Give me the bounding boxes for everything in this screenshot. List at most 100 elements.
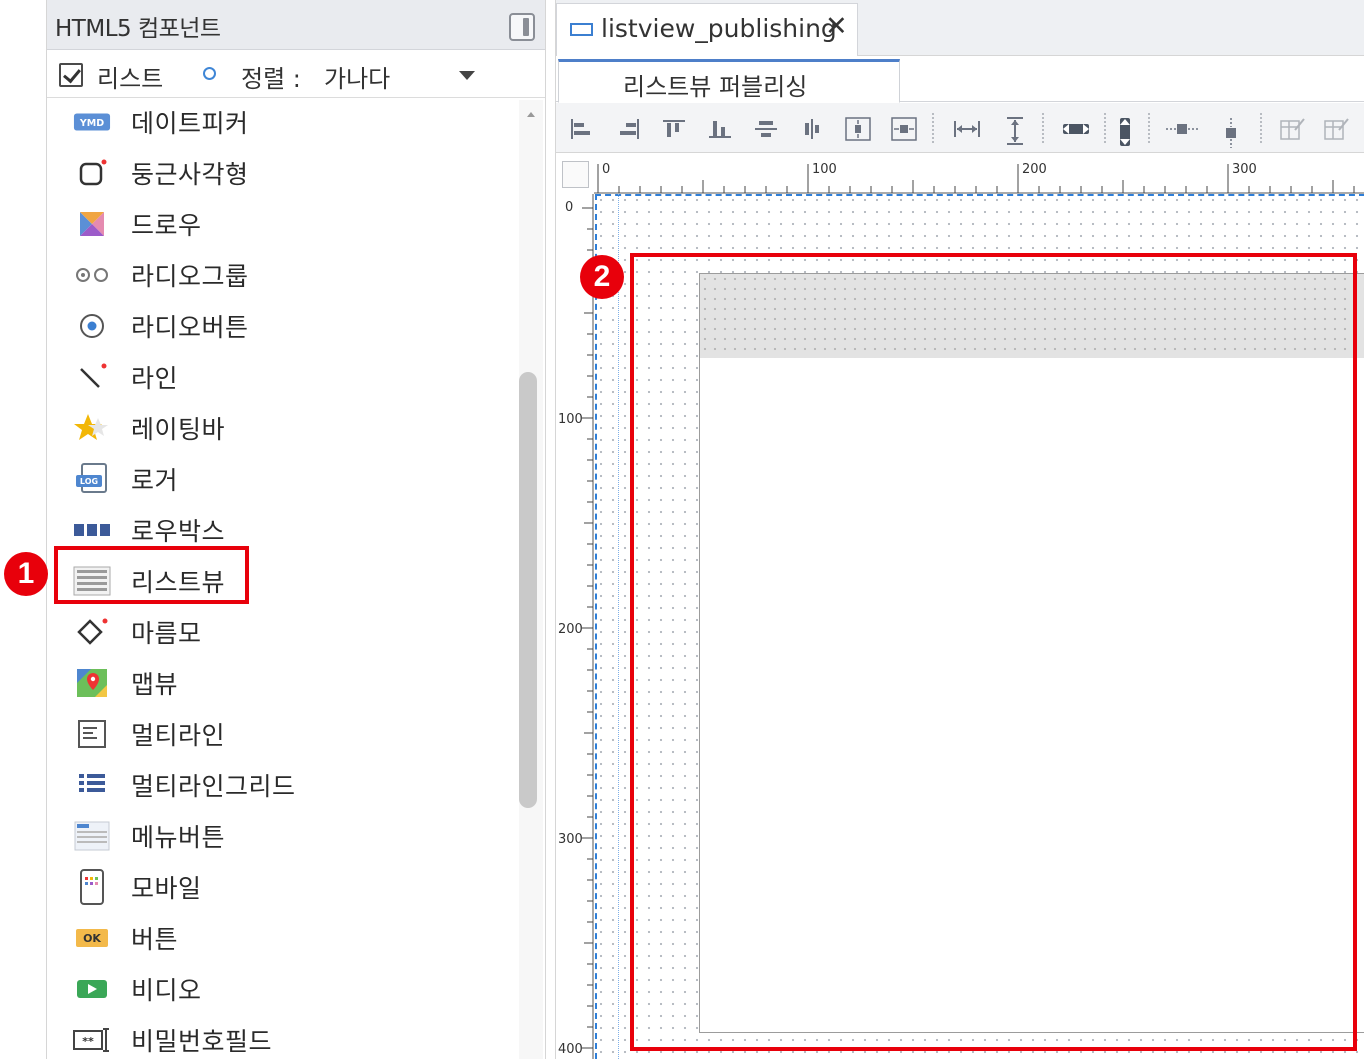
- scroll-thumb[interactable]: [519, 372, 537, 808]
- fit-height-icon[interactable]: [1112, 116, 1140, 146]
- list-item-label: 멀티라인: [131, 721, 226, 750]
- grid-settings-icon[interactable]: [1322, 116, 1350, 142]
- document-tab-bar: listview_publishing ✕: [556, 0, 1364, 56]
- svg-text:**: **: [82, 1035, 94, 1048]
- list-item-label: 데이트피커: [131, 109, 249, 138]
- ruler-label: 100: [812, 162, 837, 177]
- vertical-ruler: 0 100 200 300 400: [556, 194, 594, 1059]
- fit-width-icon[interactable]: [1060, 116, 1089, 142]
- align-bottom-icon[interactable]: [706, 116, 734, 142]
- list-item-label: 모바일: [131, 874, 202, 903]
- rating-bar-icon: [73, 412, 111, 444]
- line-icon: [73, 361, 111, 393]
- toolbar-separator: [1260, 113, 1262, 143]
- center-vertical-icon[interactable]: [844, 116, 872, 142]
- ruler-label: 200: [558, 622, 583, 637]
- toolbar-separator: [932, 113, 934, 143]
- document-tab[interactable]: listview_publishing ✕: [556, 3, 858, 56]
- canvas-guide: [595, 194, 597, 1059]
- multiline-icon: [73, 718, 111, 750]
- same-height-icon[interactable]: [1002, 116, 1030, 145]
- align-right-icon[interactable]: [614, 116, 642, 142]
- list-item-mobile[interactable]: 모바일: [47, 863, 517, 914]
- toolbar-separator: [1148, 113, 1150, 143]
- scroll-up-icon[interactable]: [527, 112, 535, 117]
- list-item-radio-group[interactable]: 라디오그룹: [47, 251, 517, 302]
- align-toolbar: [556, 103, 1364, 153]
- list-item-label: 라디오그룹: [131, 262, 249, 291]
- sort-radio[interactable]: [203, 67, 216, 80]
- toolbar-separator: [1104, 113, 1106, 143]
- list-item-mapview[interactable]: 맵뷰: [47, 659, 517, 710]
- chevron-down-icon[interactable]: [459, 71, 475, 80]
- diamond-icon: [73, 616, 111, 648]
- list-item-multiline[interactable]: 멀티라인: [47, 710, 517, 761]
- center-horizontal-icon[interactable]: [890, 116, 918, 142]
- list-view-checkbox[interactable]: [59, 63, 83, 87]
- list-item-diamond[interactable]: 마름모: [47, 608, 517, 659]
- panel-toolbar: 리스트 정렬 : 가나다: [47, 50, 545, 98]
- tab-label: 리스트뷰 퍼블리싱: [623, 73, 808, 101]
- align-center-icon[interactable]: [798, 116, 826, 142]
- list-item-video[interactable]: 비디오: [47, 965, 517, 1016]
- align-left-icon[interactable]: [568, 116, 596, 142]
- align-middle-icon[interactable]: [752, 116, 780, 142]
- panel-title: HTML5 컴포넌트: [55, 16, 221, 42]
- list-item-password-field[interactable]: ** 비밀번호필드: [47, 1016, 517, 1059]
- list-item-label: 로우박스: [131, 517, 226, 546]
- ruler-label: 300: [1232, 162, 1257, 177]
- list-item-label: 드로우: [131, 211, 202, 240]
- rounded-rect-icon: [73, 157, 111, 189]
- list-view-label[interactable]: 리스트: [97, 59, 163, 94]
- logger-icon: LOG: [73, 463, 111, 495]
- toolbar-separator: [1042, 113, 1044, 143]
- svg-text:OK: OK: [83, 932, 101, 945]
- distribute-horizontal-icon[interactable]: [1164, 116, 1198, 142]
- svg-text:LOG: LOG: [80, 477, 98, 486]
- password-field-icon: **: [73, 1024, 111, 1056]
- list-item-rating-bar[interactable]: 레이팅바: [47, 404, 517, 455]
- draw-icon: [73, 208, 111, 240]
- sort-select-value[interactable]: 가나다: [324, 59, 390, 94]
- list-item-rounded-rect[interactable]: 둥근사각형: [47, 149, 517, 200]
- canvas-guide: [618, 194, 620, 1059]
- list-item-line[interactable]: 라인: [47, 353, 517, 404]
- menu-button-icon: [73, 820, 111, 852]
- panel-toggle-icon[interactable]: [509, 13, 535, 41]
- list-item-label: 둥근사각형: [131, 160, 249, 189]
- list-item-radio-button[interactable]: 라디오버튼: [47, 302, 517, 353]
- list-item-menu-button[interactable]: 메뉴버튼: [47, 812, 517, 863]
- list-item-label: 멀티라인그리드: [131, 772, 296, 801]
- list-item-label: 맵뷰: [131, 670, 179, 699]
- ruler-label: 200: [1022, 162, 1047, 177]
- list-item-logger[interactable]: LOG 로거: [47, 455, 517, 506]
- list-item-label: 마름모: [131, 619, 202, 648]
- button-icon: OK: [73, 922, 111, 954]
- same-width-icon[interactable]: [952, 116, 980, 142]
- list-item-datepicker[interactable]: YMD 데이트피커: [47, 98, 517, 149]
- sort-label: 정렬 :: [241, 65, 301, 93]
- align-top-icon[interactable]: [660, 116, 688, 142]
- list-item-label: 라디오버튼: [131, 313, 249, 342]
- mobile-icon: [73, 869, 111, 905]
- ruler-corner: [562, 161, 589, 188]
- datepicker-icon: YMD: [73, 106, 111, 138]
- horizontal-ruler: 0 100 200 300: [594, 158, 1364, 194]
- document-tab-title: listview_publishing: [601, 14, 837, 43]
- components-panel: HTML5 컴포넌트 리스트 정렬 : 가나다 YMD 데이트피커 둥근사각형: [46, 0, 546, 1059]
- ruler-label: 0: [602, 162, 611, 177]
- tab-listview-publishing[interactable]: 리스트뷰 퍼블리싱: [558, 59, 900, 103]
- edit-table-icon[interactable]: [1278, 116, 1306, 142]
- rowbox-icon: [73, 514, 111, 546]
- list-scrollbar[interactable]: [519, 100, 543, 1059]
- list-item-label: 메뉴버튼: [131, 823, 226, 852]
- list-item-button[interactable]: OK 버튼: [47, 914, 517, 965]
- ruler-label: 400: [558, 1042, 583, 1057]
- subtab-bar: 리스트뷰 퍼블리싱: [556, 57, 1364, 103]
- list-item-multiline-grid[interactable]: 멀티라인그리드: [47, 761, 517, 812]
- video-icon: [73, 973, 111, 1005]
- close-icon[interactable]: ✕: [825, 11, 848, 42]
- list-item-draw[interactable]: 드로우: [47, 200, 517, 251]
- canvas-guide: [595, 194, 1364, 196]
- distribute-vertical-icon[interactable]: [1218, 116, 1246, 148]
